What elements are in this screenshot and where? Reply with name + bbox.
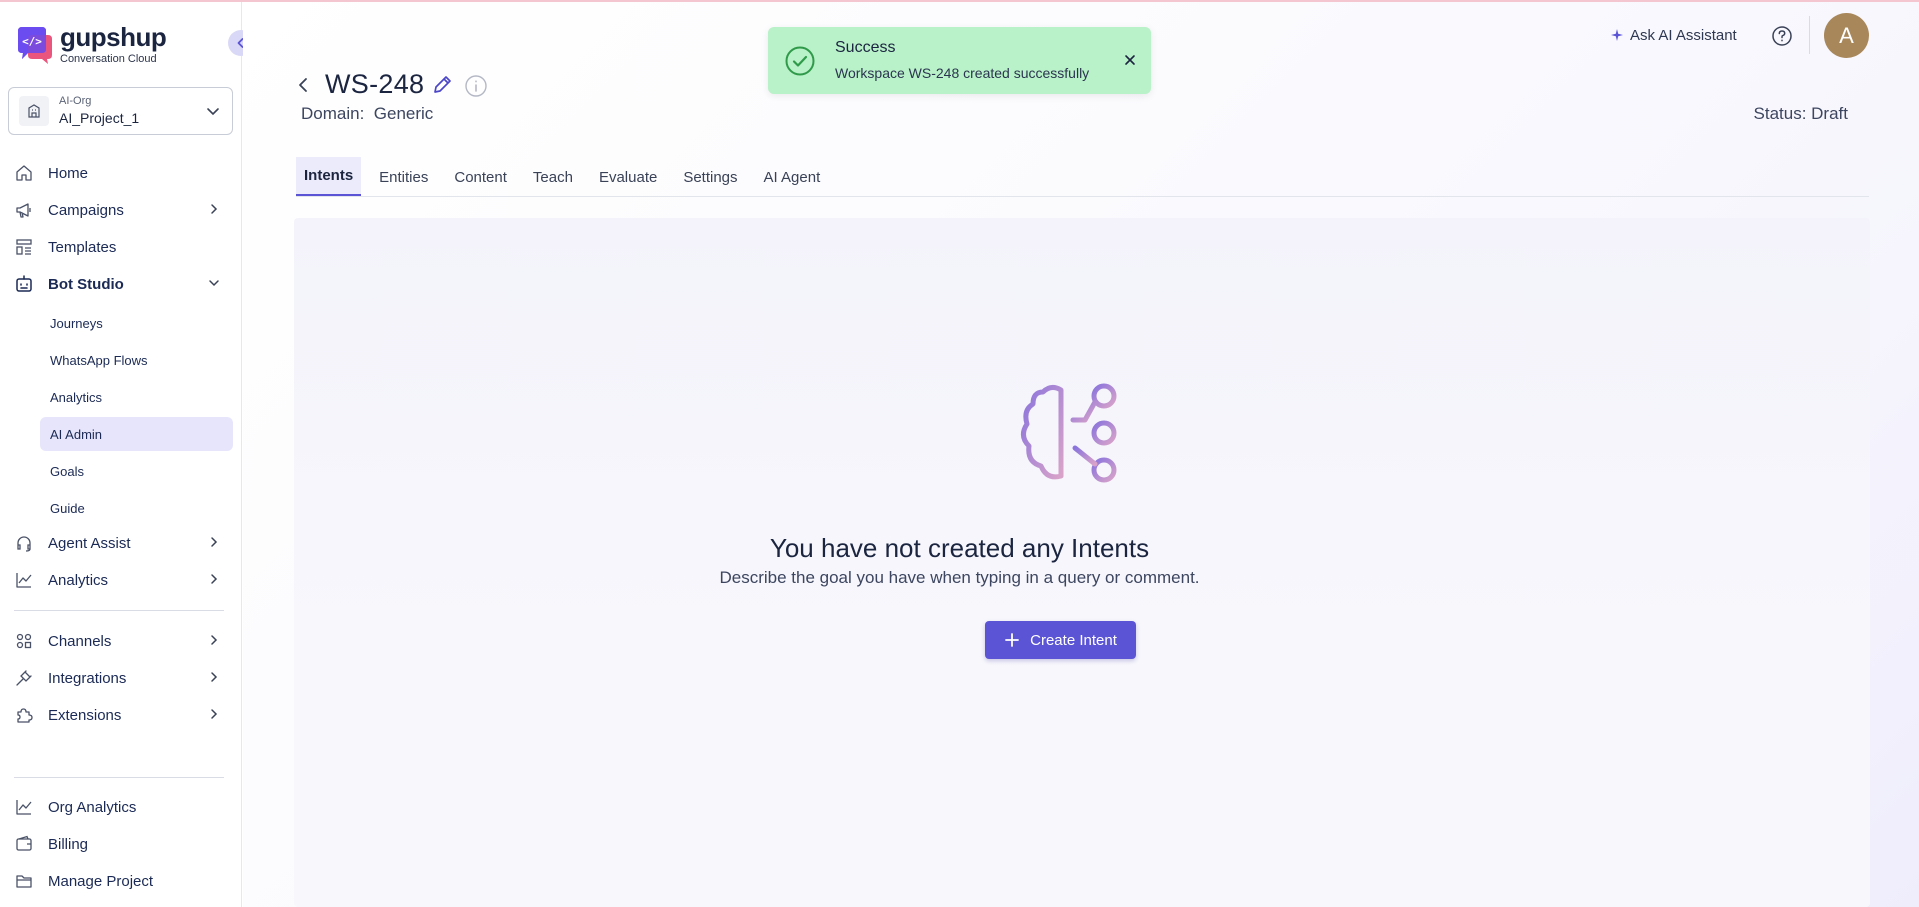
gupshup-logo-icon: </> <box>18 27 52 64</box>
nav-item-templates[interactable]: Templates <box>14 231 229 263</box>
building-icon <box>19 96 49 126</box>
tab-settings[interactable]: Settings <box>675 157 745 197</box>
chevron-right-icon <box>211 672 218 682</box>
sub-item-analytics[interactable]: Analytics <box>40 380 233 414</box>
chevron-down-icon <box>209 280 219 287</box>
nav-label: Extensions <box>48 706 122 724</box>
sub-item-ai-admin[interactable]: AI Admin <box>40 417 233 451</box>
nav-item-home[interactable]: Home <box>14 157 229 189</box>
help-icon[interactable] <box>1771 25 1793 47</box>
nav-label: Campaigns <box>48 201 124 219</box>
nav-item-billing[interactable]: Billing <box>14 828 229 860</box>
ask-ai-assistant-button[interactable]: Ask AI Assistant <box>1610 24 1737 46</box>
nav-label: Channels <box>48 632 112 650</box>
domain-value: Generic <box>373 104 434 123</box>
chevron-right-icon <box>211 709 218 719</box>
close-icon[interactable] <box>1123 53 1137 67</box>
nav-item-manage-project[interactable]: Manage Project <box>14 865 229 897</box>
megaphone-icon <box>14 200 34 220</box>
empty-state-subtitle: Describe the goal you have when typing i… <box>719 568 1200 587</box>
info-icon[interactable] <box>464 74 488 98</box>
check-circle-icon <box>785 46 815 76</box>
nav-label: Billing <box>48 835 89 853</box>
tabs-divider <box>296 196 1869 197</box>
create-intent-button[interactable]: Create Intent <box>985 621 1136 659</box>
project-name: AI_Project_1 <box>59 110 140 126</box>
toast-message: Workspace WS-248 created successfully <box>835 65 1090 81</box>
user-avatar[interactable]: A <box>1824 13 1869 58</box>
nav-label: Manage Project <box>48 872 154 890</box>
puzzle-icon <box>14 705 34 725</box>
nav-divider <box>14 610 224 611</box>
nav-item-org-analytics[interactable]: Org Analytics <box>14 791 229 823</box>
sub-item-guide[interactable]: Guide <box>40 491 233 525</box>
nav-label: Home <box>48 164 89 182</box>
project-selector[interactable]: AI-Org AI_Project_1 <box>8 87 233 135</box>
brand-subtitle: Conversation Cloud <box>60 53 157 65</box>
folder-icon <box>14 871 34 891</box>
header-separator <box>1809 16 1810 54</box>
plug-icon <box>14 668 34 688</box>
toast-title: Success <box>835 39 896 56</box>
nav-item-extensions[interactable]: Extensions <box>14 699 229 731</box>
nav-label: Bot Studio <box>48 275 124 293</box>
nav-label: Org Analytics <box>48 798 137 816</box>
brain-network-icon <box>1021 383 1117 483</box>
line-chart-icon <box>14 797 34 817</box>
nav-item-integrations[interactable]: Integrations <box>14 662 229 694</box>
nav-divider <box>14 777 224 778</box>
brand-logo-block[interactable]: </> gupshup Conversation Cloud <box>14 22 167 66</box>
domain-label: Domain: <box>301 104 365 123</box>
bot-icon <box>14 274 34 294</box>
tab-intents[interactable]: Intents <box>296 157 362 197</box>
brand-name: gupshup <box>60 22 167 52</box>
workspace-tabs: Intents Entities Content Teach Evaluate … <box>296 157 838 197</box>
sparkle-icon <box>1610 28 1624 42</box>
empty-state-title: You have not created any Intents <box>769 533 1150 563</box>
tab-teach[interactable]: Teach <box>525 157 581 197</box>
chevron-right-icon <box>211 635 218 645</box>
nav-item-campaigns[interactable]: Campaigns <box>14 194 229 226</box>
ask-ai-label: Ask AI Assistant <box>1630 26 1737 44</box>
chevron-right-icon <box>211 204 218 214</box>
nav-item-bot-studio[interactable]: Bot Studio <box>14 268 229 300</box>
svg-text:</>: </> <box>22 35 42 48</box>
workspace-title: WS-248 <box>325 69 425 99</box>
tab-content[interactable]: Content <box>446 157 515 197</box>
nav-label: Integrations <box>48 669 127 687</box>
back-arrow-icon[interactable] <box>295 76 313 94</box>
nav-label: Templates <box>48 238 117 256</box>
sidebar: </> gupshup Conversation Cloud AI-Org AI… <box>0 2 254 907</box>
chevron-down-icon <box>207 108 219 116</box>
channels-icon <box>14 631 34 651</box>
sub-item-goals[interactable]: Goals <box>40 454 233 488</box>
template-icon <box>14 237 34 257</box>
tab-evaluate[interactable]: Evaluate <box>591 157 665 197</box>
success-toast: Success Workspace WS-248 created success… <box>768 27 1151 94</box>
nav-item-channels[interactable]: Channels <box>14 625 229 657</box>
create-intent-label: Create Intent <box>1030 631 1117 649</box>
pencil-icon[interactable] <box>431 74 453 96</box>
home-icon <box>14 163 34 183</box>
project-org-label: AI-Org <box>59 95 92 107</box>
tab-entities[interactable]: Entities <box>371 157 436 197</box>
tab-ai-agent[interactable]: AI Agent <box>756 157 829 197</box>
workspace-domain: Domain: Generic <box>301 104 433 124</box>
sub-item-journeys[interactable]: Journeys <box>40 306 233 340</box>
plus-icon <box>1004 632 1020 648</box>
workspace-status: Status: Draft <box>1753 104 1848 123</box>
wallet-icon <box>14 834 34 854</box>
sub-item-whatsapp-flows[interactable]: WhatsApp Flows <box>40 343 233 377</box>
